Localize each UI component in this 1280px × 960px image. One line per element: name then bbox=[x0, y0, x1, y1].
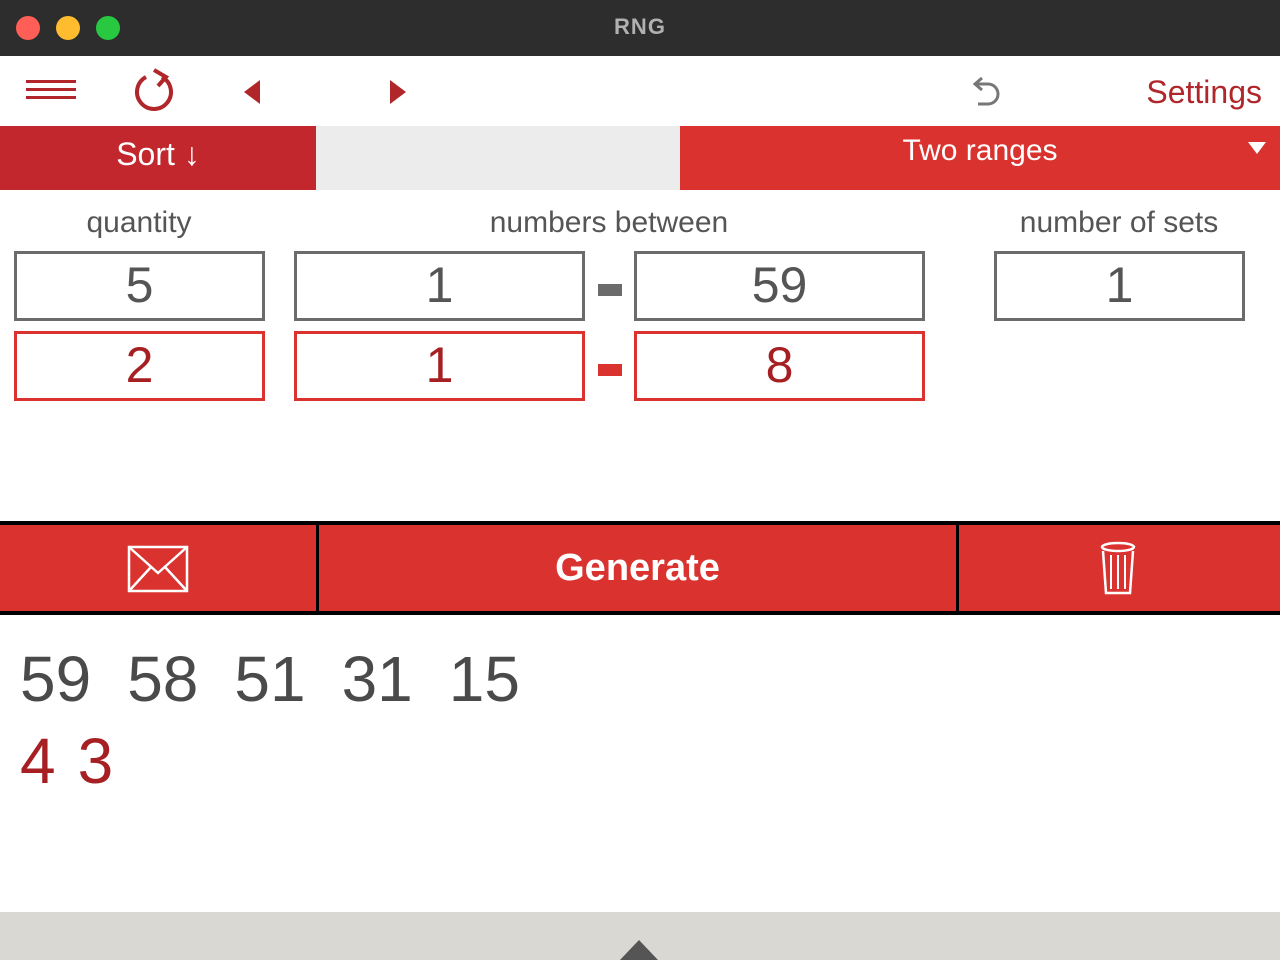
generate-button[interactable]: Generate bbox=[319, 525, 956, 611]
max-field-range1[interactable]: 59 bbox=[634, 251, 925, 321]
range-mode-select[interactable]: Two ranges bbox=[680, 126, 1280, 190]
trash-icon bbox=[1100, 541, 1136, 595]
quantity-field-range1[interactable]: 5 bbox=[14, 251, 265, 321]
numbers-between-label: numbers between bbox=[489, 206, 729, 239]
sort-button[interactable]: Sort ↓ bbox=[0, 126, 316, 190]
results-extra-row: 43 bbox=[20, 724, 135, 798]
toolbar: Settings bbox=[0, 56, 1280, 126]
range1-dash bbox=[598, 284, 622, 296]
result-number: 51 bbox=[234, 643, 306, 715]
prev-arrow-icon[interactable] bbox=[242, 78, 262, 106]
bottom-drawer-bar[interactable] bbox=[0, 912, 1280, 960]
mode-bar-spacer bbox=[316, 126, 680, 190]
range2-dash bbox=[598, 364, 622, 376]
result-number: 59 bbox=[20, 643, 92, 715]
generate-label: Generate bbox=[555, 547, 720, 589]
results-main-row: 59 58 51 31 15 bbox=[20, 642, 556, 716]
result-number: 58 bbox=[127, 643, 199, 715]
min-field-range1[interactable]: 1 bbox=[294, 251, 585, 321]
quantity-label: quantity bbox=[86, 206, 192, 239]
settings-button[interactable]: Settings bbox=[1146, 74, 1262, 111]
range-mode-label: Two ranges bbox=[902, 134, 1058, 167]
dropdown-arrow-icon bbox=[1248, 142, 1266, 154]
min-field-range2[interactable]: 1 bbox=[294, 331, 585, 401]
title-bar: RNG bbox=[0, 0, 1280, 56]
menu-icon[interactable] bbox=[26, 78, 78, 102]
refresh-icon[interactable] bbox=[132, 68, 178, 114]
max-field-range2[interactable]: 8 bbox=[634, 331, 925, 401]
quantity-field-range2[interactable]: 2 bbox=[14, 331, 265, 401]
next-arrow-icon[interactable] bbox=[388, 78, 408, 106]
envelope-icon bbox=[127, 545, 189, 593]
mode-bar: Sort ↓ Two ranges bbox=[0, 126, 1280, 190]
trash-button[interactable] bbox=[959, 525, 1280, 611]
result-number: 15 bbox=[448, 643, 520, 715]
result-extra-number: 3 bbox=[77, 725, 114, 797]
result-extra-number: 4 bbox=[20, 725, 56, 797]
action-bar: Generate bbox=[0, 521, 1280, 615]
result-number: 31 bbox=[341, 643, 413, 715]
email-button[interactable] bbox=[0, 525, 316, 611]
number-of-sets-field[interactable]: 1 bbox=[994, 251, 1245, 321]
number-of-sets-label: number of sets bbox=[1019, 206, 1219, 239]
window-title: RNG bbox=[614, 14, 666, 39]
undo-icon[interactable] bbox=[968, 76, 1004, 110]
expand-up-icon[interactable] bbox=[620, 940, 658, 960]
